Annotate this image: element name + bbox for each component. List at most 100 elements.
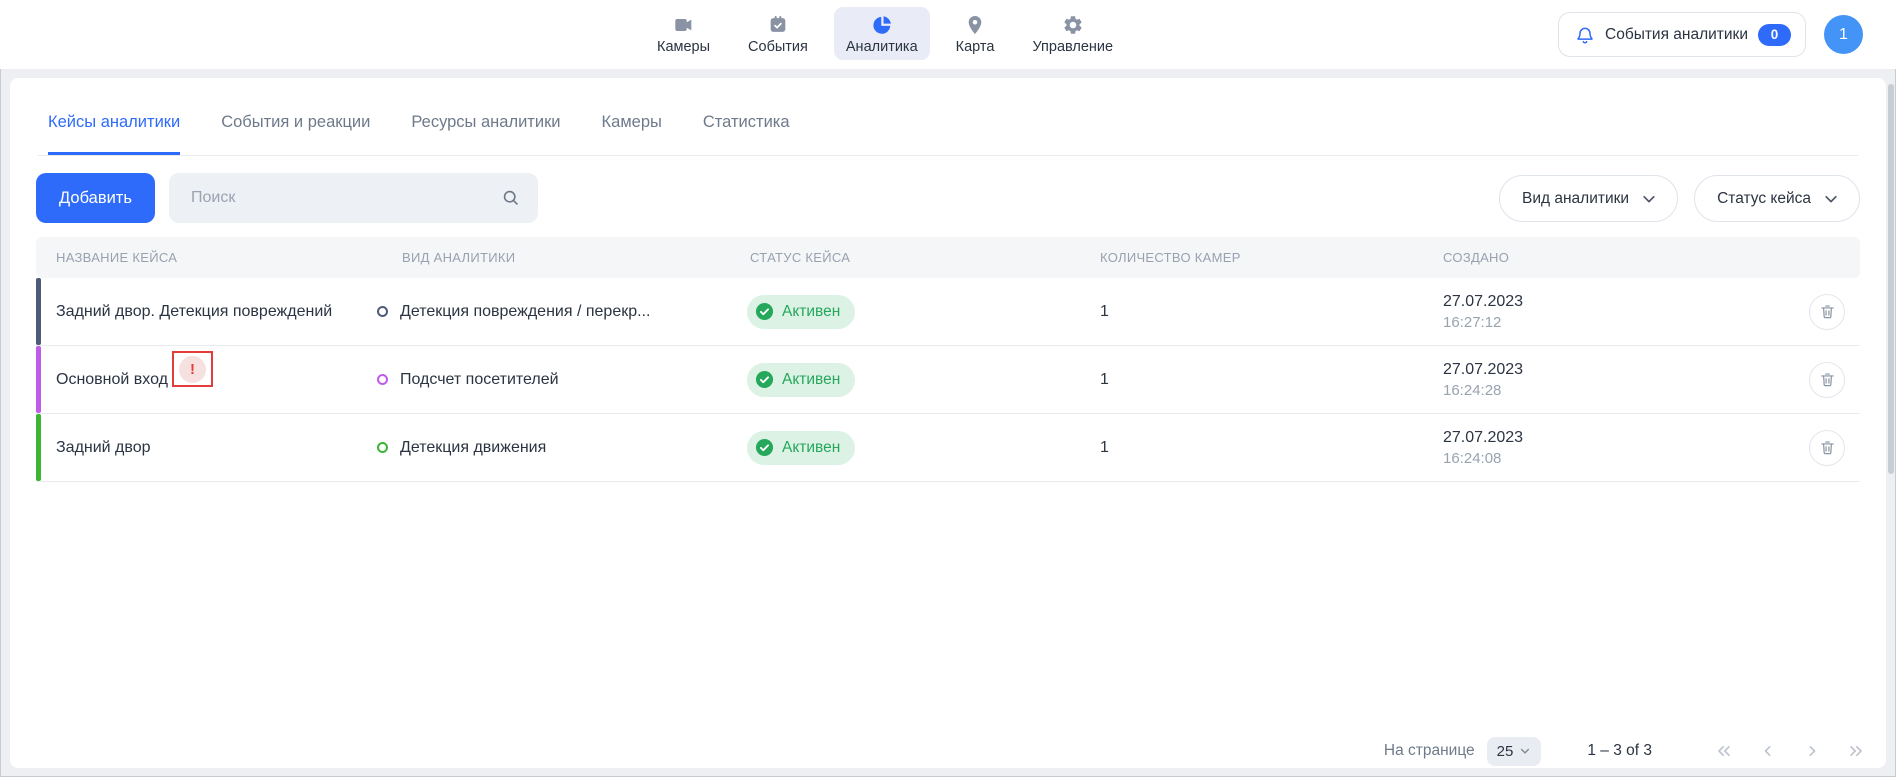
- analytics-type-label: Детекция движения: [400, 439, 546, 457]
- add-button[interactable]: Добавить: [36, 173, 155, 223]
- nav-label: Карта: [956, 39, 995, 55]
- nav-item-analytics[interactable]: Аналитика: [834, 7, 930, 60]
- pager: [1714, 741, 1866, 761]
- column-header-camera-count: КОЛИЧЕСТВО КАМЕР: [1100, 237, 1241, 278]
- status-label: Активен: [782, 371, 840, 389]
- filter-label: Статус кейса: [1717, 190, 1811, 208]
- filter-analytics-type-dropdown[interactable]: Вид аналитики: [1499, 175, 1678, 222]
- column-header-case-status: СТАТУС КЕЙСА: [750, 237, 850, 278]
- analytics-events-button[interactable]: События аналитики 0: [1558, 12, 1806, 57]
- nav-item-events[interactable]: События: [736, 7, 820, 60]
- created-time: 16:24:08: [1443, 450, 1523, 467]
- analytics-type-cell: Детекция повреждения / перекр...: [377, 303, 650, 321]
- analytics-type-ring-icon: [377, 374, 388, 385]
- analytics-type-cell: Детекция движения: [377, 439, 546, 457]
- status-label: Активен: [782, 303, 840, 321]
- events-count-badge: 0: [1758, 24, 1791, 46]
- scrollbar-thumb[interactable]: [1888, 84, 1894, 474]
- gear-icon: [1062, 13, 1084, 37]
- chevron-left-icon: [1758, 741, 1778, 761]
- created-time: 16:27:12: [1443, 314, 1523, 331]
- analytics-type-ring-icon: [377, 442, 388, 453]
- toolbar-left: Добавить: [36, 173, 538, 223]
- table-row[interactable]: Задний двор. Детекция повреждений Детекц…: [36, 278, 1860, 346]
- content-card: Кейсы аналитики События и реакции Ресурс…: [10, 78, 1886, 768]
- tab-statistics[interactable]: Статистика: [703, 113, 790, 155]
- next-page-button[interactable]: [1802, 741, 1822, 761]
- delete-button[interactable]: [1809, 430, 1845, 466]
- row-accent-bar: [36, 278, 41, 345]
- search-input[interactable]: [169, 173, 538, 223]
- app-window: Камеры События Аналитика Карта: [0, 0, 1896, 777]
- chevron-right-icon: [1802, 741, 1822, 761]
- nav-item-management[interactable]: Управление: [1020, 7, 1125, 60]
- main-nav: Камеры События Аналитика Карта: [645, 7, 1125, 60]
- analytics-type-cell: Подсчет посетителей: [377, 371, 559, 389]
- table-header: НАЗВАНИЕ КЕЙСА ВИД АНАЛИТИКИ СТАТУС КЕЙС…: [36, 237, 1860, 278]
- analytics-type-label: Детекция повреждения / перекр...: [400, 303, 650, 321]
- bell-icon: [1575, 25, 1595, 45]
- created-date: 27.07.2023: [1443, 361, 1523, 379]
- trash-icon: [1819, 303, 1836, 320]
- trash-icon: [1819, 371, 1836, 388]
- prev-page-button[interactable]: [1758, 741, 1778, 761]
- camera-count: 1: [1100, 439, 1109, 457]
- table-row[interactable]: Задний двор Детекция движения Активен 1 …: [36, 414, 1860, 482]
- chevron-down-icon: [1641, 191, 1657, 207]
- nav-label: Управление: [1032, 39, 1113, 55]
- per-page-value: 25: [1497, 743, 1514, 760]
- tab-analytics-cases[interactable]: Кейсы аналитики: [48, 113, 180, 155]
- nav-item-map[interactable]: Карта: [944, 7, 1007, 60]
- first-page-button[interactable]: [1714, 741, 1734, 761]
- per-page-label: На странице: [1384, 742, 1475, 760]
- chevron-down-icon: [1519, 745, 1531, 757]
- calendar-check-icon: [767, 13, 789, 37]
- nav-label: События: [748, 39, 808, 55]
- case-name: Задний двор. Детекция повреждений: [56, 303, 332, 321]
- filter-case-status-dropdown[interactable]: Статус кейса: [1694, 175, 1860, 222]
- status-badge: Активен: [747, 295, 855, 329]
- double-chevron-right-icon: [1846, 741, 1866, 761]
- events-button-label: События аналитики: [1605, 26, 1748, 44]
- tab-cameras[interactable]: Камеры: [602, 113, 662, 155]
- error-exclamation-icon: !: [179, 356, 206, 383]
- delete-button[interactable]: [1809, 362, 1845, 398]
- search-box: [169, 173, 538, 223]
- double-chevron-left-icon: [1714, 741, 1734, 761]
- check-circle-icon: [755, 438, 774, 457]
- per-page-select[interactable]: 25: [1487, 737, 1542, 766]
- pagination-bar: На странице 25 1 – 3 of 3: [1384, 736, 1866, 766]
- map-pin-icon: [964, 13, 986, 37]
- row-accent-bar: [36, 414, 41, 481]
- status-badge: Активен: [747, 363, 855, 397]
- table-row[interactable]: Основной вход ! Подсчет посетителей Акти…: [36, 346, 1860, 414]
- search-icon[interactable]: [501, 188, 520, 212]
- column-header-analytics-type: ВИД АНАЛИТИКИ: [402, 237, 515, 278]
- topbar-right: События аналитики 0 1: [1558, 12, 1863, 57]
- status-label: Активен: [782, 439, 840, 457]
- created-date: 27.07.2023: [1443, 429, 1523, 447]
- tab-analytics-resources[interactable]: Ресурсы аналитики: [411, 113, 560, 155]
- last-page-button[interactable]: [1846, 741, 1866, 761]
- created-date: 27.07.2023: [1443, 293, 1523, 311]
- column-header-case-name: НАЗВАНИЕ КЕЙСА: [56, 237, 177, 278]
- error-highlight-box: !: [172, 351, 213, 387]
- camera-icon: [673, 13, 695, 37]
- table-body: Задний двор. Детекция повреждений Детекц…: [36, 278, 1860, 482]
- range-text: 1 – 3 of 3: [1587, 742, 1652, 760]
- check-circle-icon: [755, 370, 774, 389]
- tab-events-reactions[interactable]: События и реакции: [221, 113, 370, 155]
- created-cell: 27.07.2023 16:27:12: [1443, 293, 1523, 331]
- nav-item-cameras[interactable]: Камеры: [645, 7, 722, 60]
- top-bar: Камеры События Аналитика Карта: [0, 0, 1896, 69]
- nav-label: Камеры: [657, 39, 710, 55]
- tab-bar: Кейсы аналитики События и реакции Ресурс…: [48, 113, 790, 155]
- user-avatar[interactable]: 1: [1824, 15, 1863, 54]
- created-cell: 27.07.2023 16:24:08: [1443, 429, 1523, 467]
- check-circle-icon: [755, 302, 774, 321]
- row-accent-bar: [36, 346, 41, 413]
- camera-count: 1: [1100, 303, 1109, 321]
- case-name: Основной вход: [56, 371, 168, 389]
- tabs-divider: [38, 155, 1858, 156]
- delete-button[interactable]: [1809, 294, 1845, 330]
